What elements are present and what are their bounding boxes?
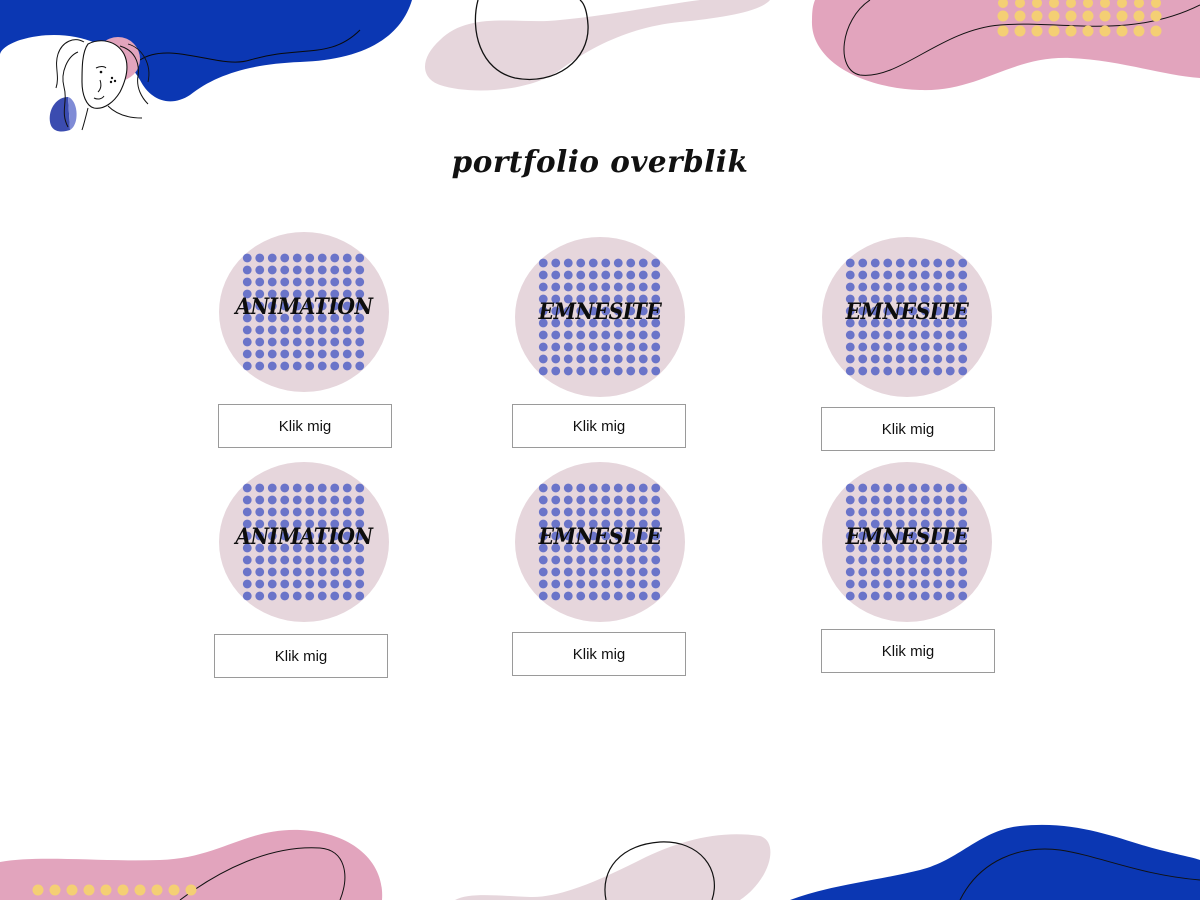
klik-mig-button[interactable]: Klik mig <box>218 404 392 448</box>
portfolio-thumbnail[interactable]: ANIMATION <box>219 462 389 622</box>
woman-line-portrait-icon <box>49 37 150 132</box>
portfolio-card-animation-1: ANIMATION Klik mig <box>204 232 404 492</box>
thumbnail-label: EMNESITE <box>845 524 969 550</box>
portfolio-thumbnail[interactable]: EMNESITE <box>822 462 992 622</box>
top-right-yellow-dots <box>997 0 1162 37</box>
portfolio-thumbnail[interactable]: EMNESITE <box>822 237 992 397</box>
klik-mig-button[interactable]: Klik mig <box>512 632 686 676</box>
bottom-left-yellow-dots <box>32 884 197 896</box>
klik-mig-button[interactable]: Klik mig <box>512 404 686 448</box>
portfolio-card-emnesite-4: EMNESITE Klik mig <box>807 462 1007 722</box>
portfolio-card-emnesite-2: EMNESITE Klik mig <box>807 237 1007 497</box>
portfolio-card-emnesite-3: EMNESITE Klik mig <box>500 462 700 722</box>
klik-mig-button[interactable]: Klik mig <box>214 634 388 678</box>
thumbnail-label: EMNESITE <box>538 524 662 550</box>
bottom-center-blush-blob <box>455 834 771 900</box>
top-center-blush-blob <box>425 0 770 91</box>
klik-mig-button[interactable]: Klik mig <box>821 629 995 673</box>
portfolio-thumbnail[interactable]: EMNESITE <box>515 462 685 622</box>
page-title: portfolio overblik <box>451 145 749 180</box>
bottom-left-pink-blob <box>0 829 383 900</box>
thumbnail-label: EMNESITE <box>538 299 662 325</box>
klik-mig-button[interactable]: Klik mig <box>821 407 995 451</box>
portfolio-card-animation-2: ANIMATION Klik mig <box>204 462 404 722</box>
portfolio-thumbnail[interactable]: EMNESITE <box>515 237 685 397</box>
top-right-pink-blob <box>811 0 1200 91</box>
thumbnail-label: ANIMATION <box>235 524 373 550</box>
thumbnail-label: ANIMATION <box>235 294 373 320</box>
portfolio-card-emnesite-1: EMNESITE Klik mig <box>500 237 700 497</box>
thumbnail-label: EMNESITE <box>845 299 969 325</box>
bottom-right-blue-blob <box>790 824 1200 900</box>
portfolio-thumbnail[interactable]: ANIMATION <box>219 232 389 392</box>
